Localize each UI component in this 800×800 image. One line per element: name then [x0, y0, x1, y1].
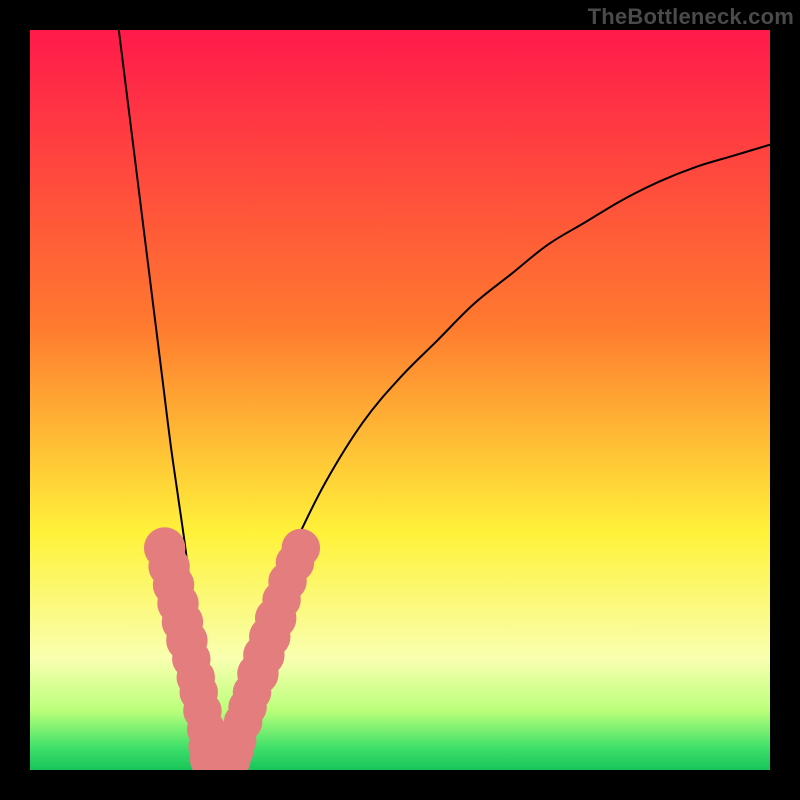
- chart-background: [30, 30, 770, 770]
- chart-svg: [30, 30, 770, 770]
- chart-frame: TheBottleneck.com: [0, 0, 800, 800]
- plot-area: [30, 30, 770, 770]
- watermark-text: TheBottleneck.com: [588, 4, 794, 30]
- data-marker: [282, 529, 320, 567]
